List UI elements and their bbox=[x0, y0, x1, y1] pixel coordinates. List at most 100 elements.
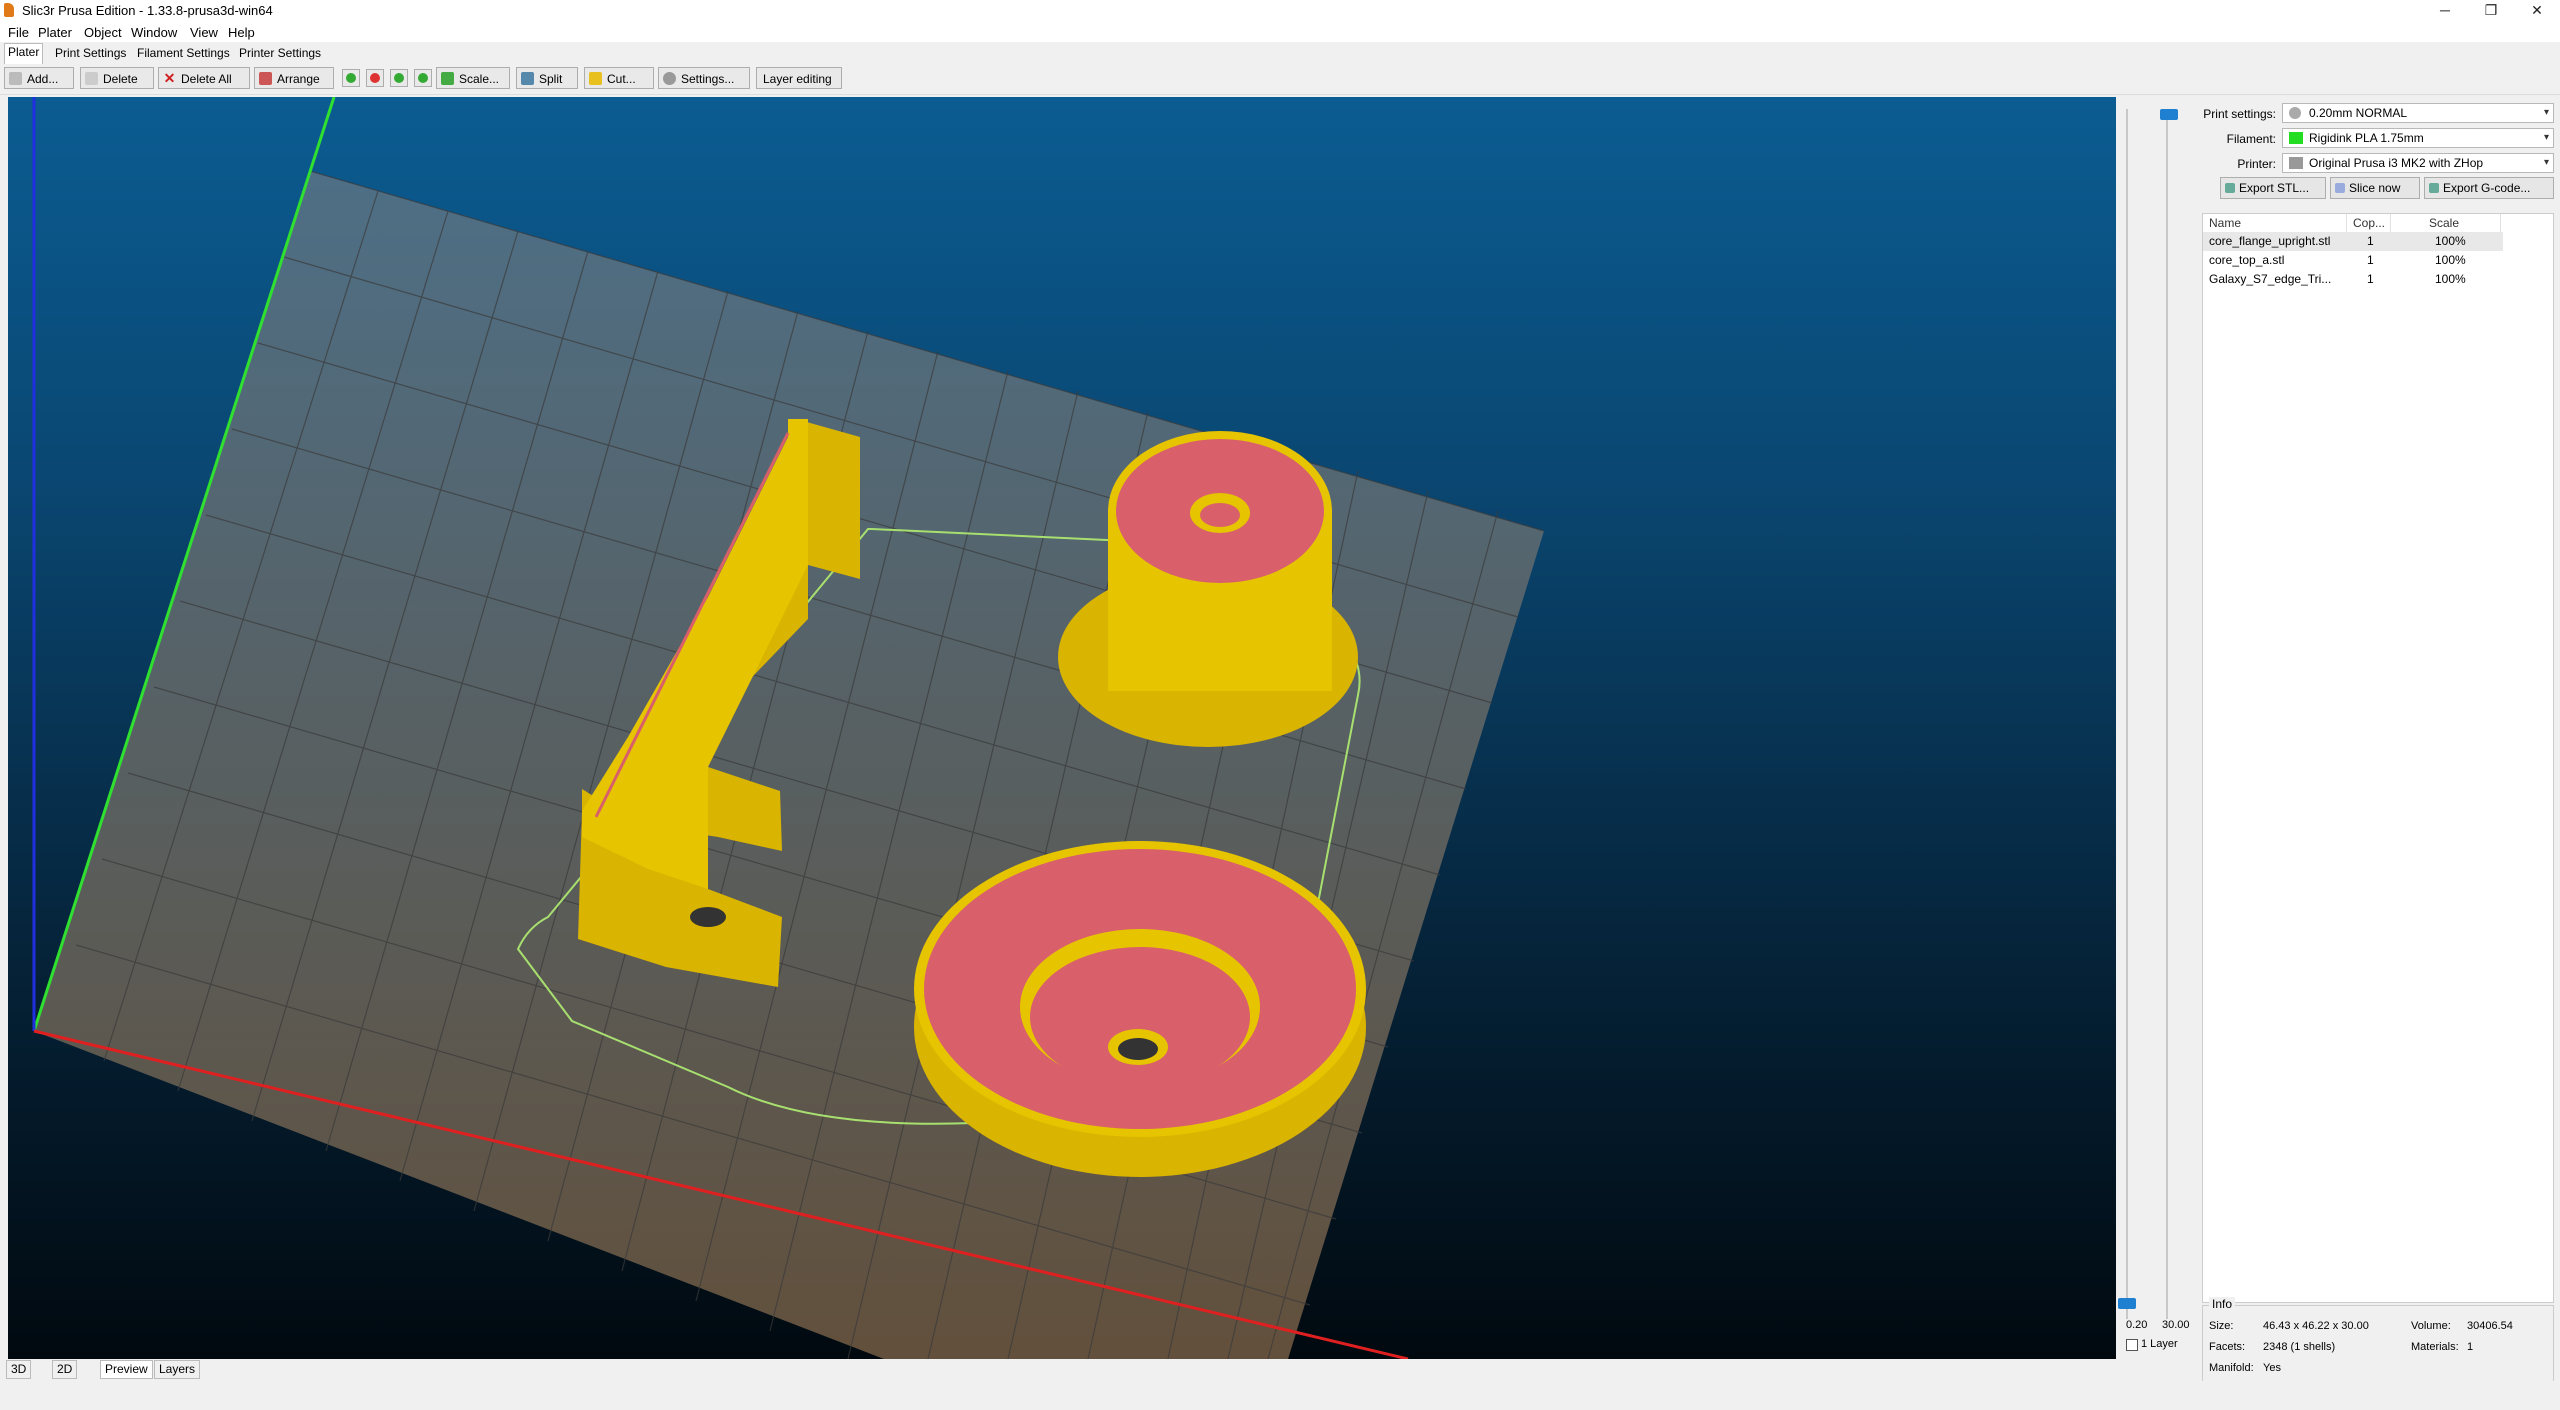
right-slider-track bbox=[2166, 111, 2168, 1319]
menu-plater[interactable]: Plater bbox=[38, 25, 72, 40]
object-name: core_top_a.stl bbox=[2209, 253, 2285, 267]
column-copies[interactable]: Cop... bbox=[2347, 214, 2391, 232]
window-title: Slic3r Prusa Edition - 1.33.8-prusa3d-wi… bbox=[22, 3, 273, 18]
delete-all-label: Delete All bbox=[181, 72, 232, 86]
one-layer-checkbox[interactable] bbox=[2126, 1339, 2138, 1351]
object-copies: 1 bbox=[2367, 253, 2374, 267]
menu-help[interactable]: Help bbox=[228, 25, 255, 40]
export-stl-button[interactable]: Export STL... bbox=[2220, 177, 2326, 199]
minus-icon bbox=[370, 73, 380, 83]
chevron-down-icon: ▾ bbox=[2543, 107, 2549, 118]
printer-row: Printer: Original Prusa i3 MK2 with ZHop… bbox=[2196, 153, 2560, 175]
rotate-right-button[interactable] bbox=[414, 69, 432, 87]
printer-label: Printer: bbox=[2237, 157, 2276, 171]
filament-color-swatch bbox=[2289, 132, 2303, 144]
rotate-right-icon bbox=[418, 73, 428, 83]
facets-value: 2348 (1 shells) bbox=[2263, 1341, 2336, 1353]
3d-preview-canvas[interactable] bbox=[8, 97, 2116, 1359]
print-settings-row: Print settings: 0.20mm NORMAL ▾ bbox=[2196, 103, 2560, 125]
app-icon bbox=[4, 3, 14, 17]
tab-2d[interactable]: 2D bbox=[52, 1360, 78, 1379]
layer-editing-label: Layer editing bbox=[763, 72, 832, 86]
right-sidebar: Print settings: 0.20mm NORMAL ▾ Filament… bbox=[2196, 97, 2560, 1410]
column-name[interactable]: Name bbox=[2203, 214, 2347, 232]
tab-layers[interactable]: Layers bbox=[154, 1360, 201, 1379]
menu-file[interactable]: File bbox=[8, 25, 29, 40]
tab-preview[interactable]: Preview bbox=[100, 1360, 153, 1379]
core-top-part bbox=[914, 841, 1366, 1177]
tab-filament-settings[interactable]: Filament Settings bbox=[134, 45, 233, 62]
delete-button[interactable]: Delete bbox=[80, 67, 154, 89]
filament-select[interactable]: Rigidink PLA 1.75mm ▾ bbox=[2282, 128, 2554, 148]
left-slider-track bbox=[2126, 109, 2128, 1319]
add-icon bbox=[9, 72, 22, 85]
tab-plater[interactable]: Plater bbox=[4, 43, 44, 64]
cut-icon bbox=[589, 72, 602, 85]
add-button[interactable]: Add... bbox=[4, 67, 74, 89]
rotate-left-button[interactable] bbox=[390, 69, 408, 87]
printer-value: Original Prusa i3 MK2 with ZHop bbox=[2309, 156, 2484, 170]
materials-value: 1 bbox=[2467, 1341, 2474, 1353]
export-icon bbox=[2429, 183, 2439, 193]
plus-icon bbox=[346, 73, 356, 83]
min-layer-label: 0.20 bbox=[2126, 1319, 2148, 1331]
object-list[interactable]: Name Cop... Scale core_flange_upright.st… bbox=[2202, 213, 2554, 1303]
layer-editing-button[interactable]: Layer editing bbox=[756, 67, 842, 89]
export-icon bbox=[2225, 183, 2235, 193]
object-name: core_flange_upright.stl bbox=[2209, 234, 2331, 248]
split-icon bbox=[521, 72, 534, 85]
slice-icon bbox=[2335, 183, 2345, 193]
arrange-label: Arrange bbox=[277, 72, 320, 86]
export-stl-label: Export STL... bbox=[2239, 181, 2310, 195]
arrange-icon bbox=[259, 72, 272, 85]
menu-window[interactable]: Window bbox=[131, 25, 177, 40]
scale-button[interactable]: Scale... bbox=[436, 67, 510, 89]
filament-value: Rigidink PLA 1.75mm bbox=[2309, 131, 2424, 145]
print-bed bbox=[34, 171, 1544, 1359]
table-row[interactable]: core_flange_upright.stl 1 100% bbox=[2203, 232, 2503, 251]
delete-all-button[interactable]: ✕ Delete All bbox=[158, 67, 250, 89]
close-button[interactable]: ✕ bbox=[2514, 0, 2560, 22]
volume-value: 30406.54 bbox=[2467, 1320, 2513, 1332]
settings-button[interactable]: Settings... bbox=[658, 67, 750, 89]
split-button[interactable]: Split bbox=[516, 67, 578, 89]
status-bar bbox=[0, 1381, 2560, 1410]
slice-now-button[interactable]: Slice now bbox=[2330, 177, 2420, 199]
tab-print-settings[interactable]: Print Settings bbox=[52, 45, 129, 62]
table-row[interactable]: core_top_a.stl 1 100% bbox=[2203, 251, 2503, 270]
top-layer-handle[interactable] bbox=[2160, 109, 2178, 120]
delete-icon bbox=[85, 72, 98, 85]
minimize-button[interactable]: ─ bbox=[2422, 0, 2468, 22]
print-settings-value: 0.20mm NORMAL bbox=[2309, 106, 2408, 120]
column-scale[interactable]: Scale bbox=[2391, 214, 2501, 232]
cut-label: Cut... bbox=[607, 72, 636, 86]
cut-button[interactable]: Cut... bbox=[584, 67, 654, 89]
menu-object[interactable]: Object bbox=[84, 25, 122, 40]
increase-copies-button[interactable] bbox=[342, 69, 360, 87]
object-copies: 1 bbox=[2367, 272, 2374, 286]
print-settings-label: Print settings: bbox=[2203, 107, 2276, 121]
arrange-button[interactable]: Arrange bbox=[254, 67, 334, 89]
add-label: Add... bbox=[27, 72, 59, 86]
menu-view[interactable]: View bbox=[190, 25, 218, 40]
filament-label: Filament: bbox=[2226, 132, 2276, 146]
tab-printer-settings[interactable]: Printer Settings bbox=[236, 45, 324, 62]
export-gcode-button[interactable]: Export G-code... bbox=[2424, 177, 2554, 199]
bed-scene bbox=[32, 97, 1545, 1359]
restore-button[interactable]: ❐ bbox=[2468, 0, 2514, 22]
menu-bar: File Plater Object Window View Help bbox=[0, 22, 2560, 42]
plater-toolbar: Add... Delete ✕ Delete All Arrange Scale… bbox=[0, 64, 2560, 95]
export-gcode-label: Export G-code... bbox=[2443, 181, 2531, 195]
print-settings-select[interactable]: 0.20mm NORMAL ▾ bbox=[2282, 103, 2554, 123]
object-scale: 100% bbox=[2435, 234, 2466, 248]
decrease-copies-button[interactable] bbox=[366, 69, 384, 87]
tab-3d[interactable]: 3D bbox=[6, 1360, 32, 1379]
table-row[interactable]: Galaxy_S7_edge_Tri... 1 100% bbox=[2203, 270, 2503, 289]
manifold-label: Manifold: bbox=[2209, 1362, 2254, 1374]
info-title: Info bbox=[2209, 1297, 2236, 1311]
bottom-layer-handle[interactable] bbox=[2118, 1298, 2136, 1309]
printer-select[interactable]: Original Prusa i3 MK2 with ZHop ▾ bbox=[2282, 153, 2554, 173]
chevron-down-icon: ▾ bbox=[2543, 132, 2549, 143]
gear-icon bbox=[2289, 107, 2301, 119]
scale-icon bbox=[441, 72, 454, 85]
